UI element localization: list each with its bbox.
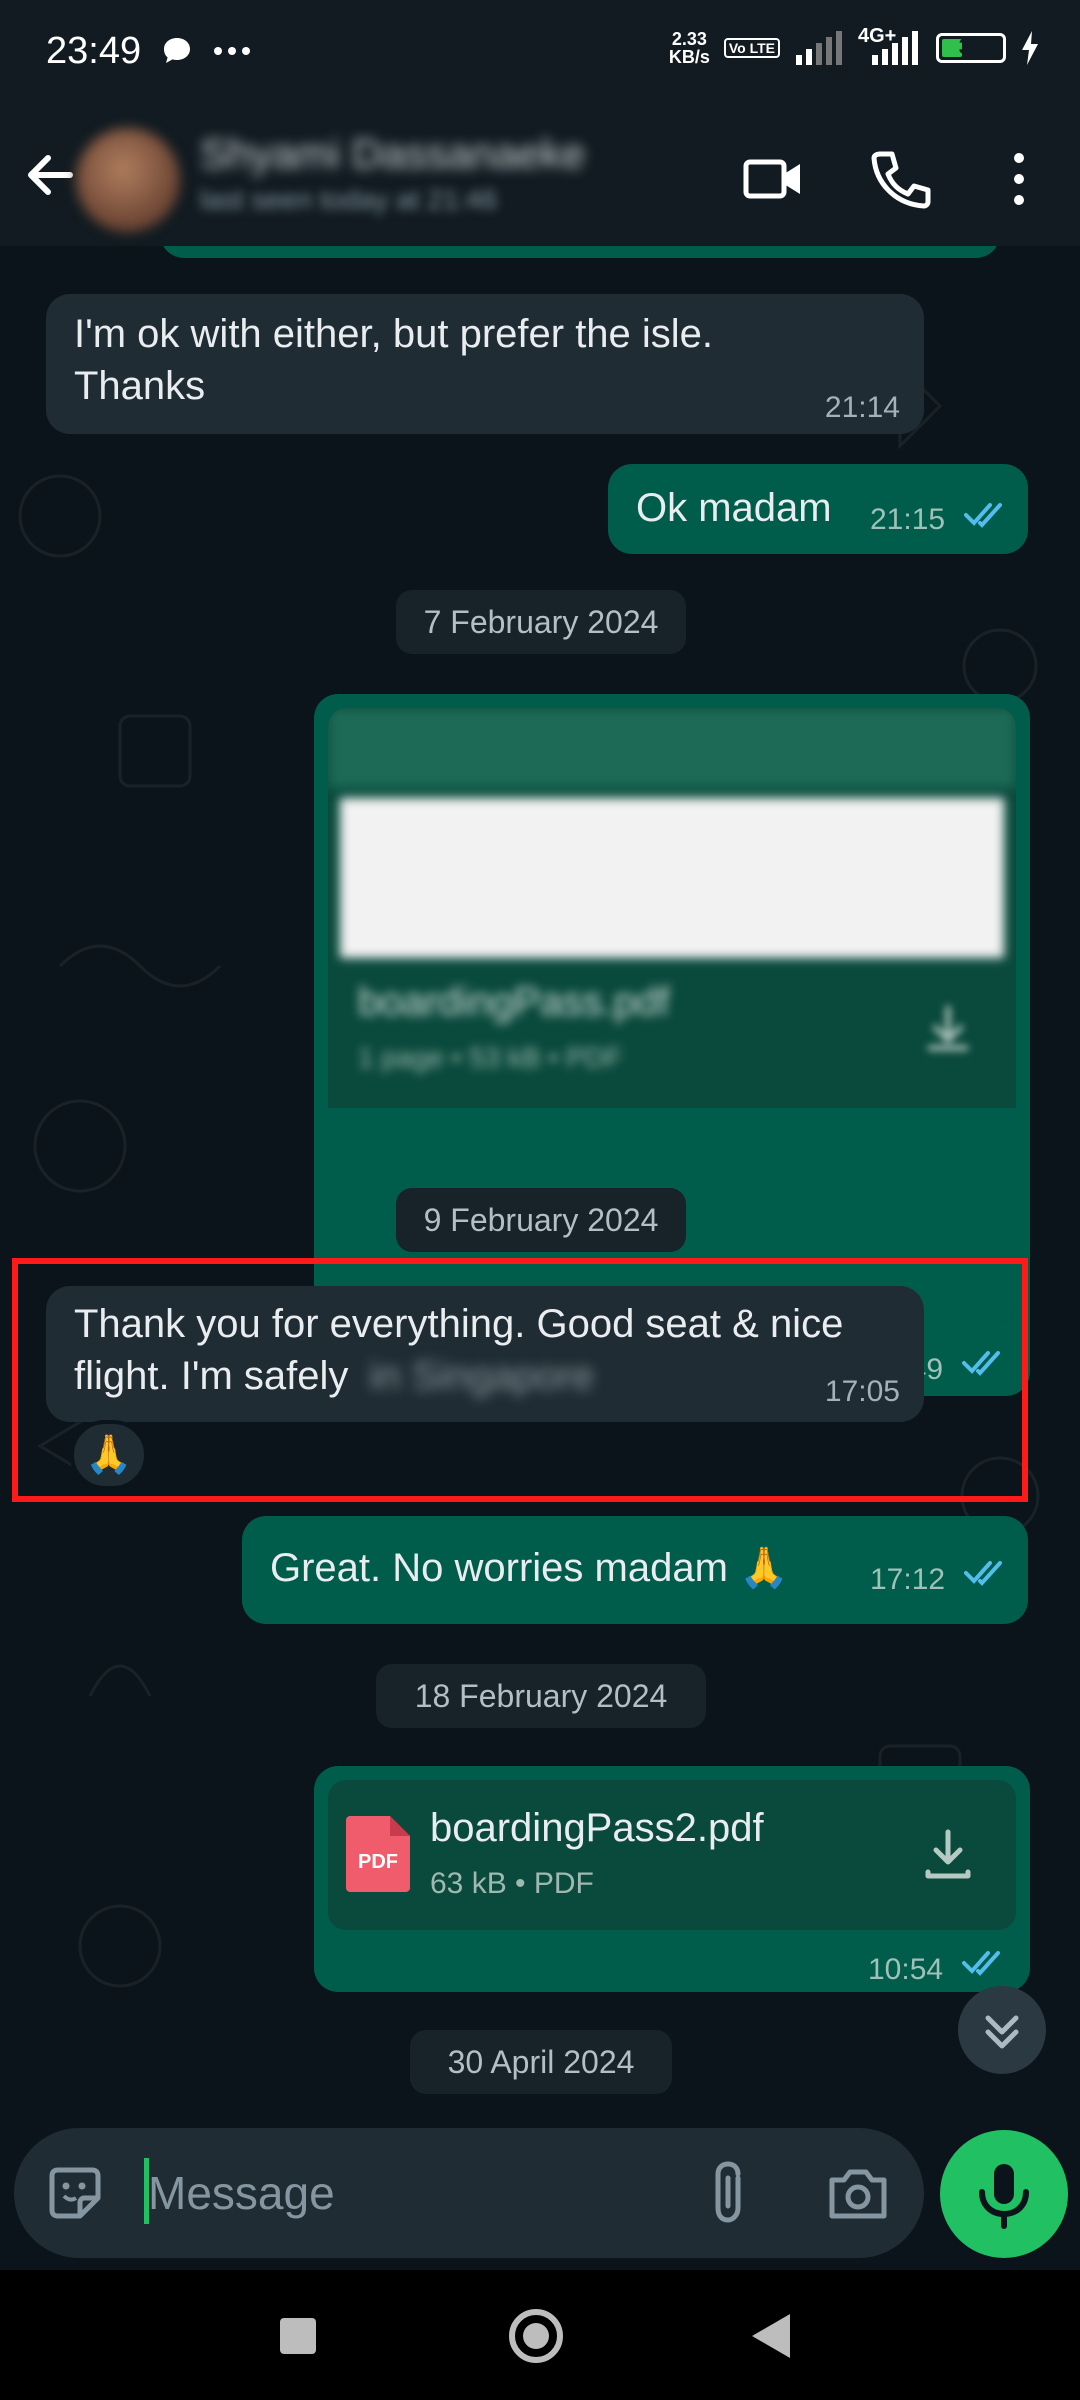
outgoing-message[interactable]: Ok madam 21:15	[608, 464, 1028, 554]
scroll-to-bottom-button[interactable]	[958, 1986, 1046, 2074]
read-ticks-icon	[962, 1951, 1000, 1976]
chat-notification-icon	[164, 38, 190, 63]
date-separator: 9 February 2024	[396, 1188, 686, 1252]
chat-header: Shyami Dassanaeke last seen today at 21:…	[0, 104, 1080, 246]
reaction-badge[interactable]: 🙏	[70, 1420, 148, 1490]
status-time: 23:49	[46, 30, 142, 72]
download-icon[interactable]	[918, 998, 978, 1058]
volte-icon: Vo LTE	[723, 38, 780, 58]
message-text: I'm ok with either, but prefer the isle.…	[74, 312, 714, 408]
message-time: 21:15	[870, 503, 946, 536]
double-chevron-down-icon	[985, 2015, 1019, 2049]
message-text: Ok madam	[636, 486, 832, 530]
date-separator: 18 February 2024	[376, 1664, 706, 1728]
chat-area[interactable]: I'm ok with either, but prefer the isle.…	[0, 246, 1080, 2120]
document-card[interactable]: PDF boardingPass2.pdf 63 kB • PDF	[328, 1780, 1016, 1930]
more-options-icon[interactable]	[984, 144, 1054, 214]
blurred-text: in Singapore	[369, 1354, 595, 1398]
battery-icon: 31	[936, 33, 1006, 63]
document-meta: 1 page • 53 kB • PDF	[358, 1042, 622, 1073]
reaction-emoji: 🙏	[85, 1434, 133, 1476]
read-ticks-icon	[964, 1561, 1002, 1586]
outgoing-document-message[interactable]: PDF boardingPass2.pdf 63 kB • PDF 10:54	[314, 1766, 1030, 1992]
recent-apps-button[interactable]	[276, 2314, 320, 2358]
status-bar: 23:49 2.33 KB/s Vo LTE 4G+ 31	[0, 0, 1080, 104]
pdf-file-icon: PDF	[346, 1816, 410, 1892]
microphone-icon	[979, 2164, 1029, 2229]
voice-record-button[interactable]	[940, 2130, 1068, 2258]
message-time: 17:12	[870, 1563, 946, 1596]
date-separator: 30 April 2024	[410, 2030, 672, 2094]
outgoing-message[interactable]: Great. No worries madam 🙏 17:12	[242, 1516, 1028, 1624]
net-speed: 2.33 KB/s	[668, 29, 710, 67]
camera-icon[interactable]	[826, 2164, 890, 2222]
document-name: boardingPass.pdf	[358, 980, 670, 1024]
back-arrow-icon[interactable]	[20, 140, 80, 210]
download-icon[interactable]	[918, 1824, 978, 1884]
message-text: Great. No worries madam 🙏	[270, 1546, 789, 1590]
back-nav-button[interactable]	[746, 2310, 796, 2362]
outgoing-message-partial[interactable]	[160, 246, 1000, 258]
avatar[interactable]	[76, 128, 180, 232]
attach-icon[interactable]	[704, 2160, 754, 2226]
incoming-message-highlighted[interactable]: Thank you for everything. Good seat & ni…	[46, 1286, 924, 1422]
document-name: boardingPass2.pdf	[430, 1806, 764, 1850]
incoming-message[interactable]: I'm ok with either, but prefer the isle.…	[46, 294, 924, 434]
system-navigation-bar	[0, 2270, 1080, 2400]
message-input[interactable]: Message	[148, 2166, 335, 2220]
network-type: 4G+	[858, 25, 897, 47]
voice-call-icon[interactable]	[866, 144, 936, 214]
message-time: 17:05	[824, 1375, 900, 1408]
date-separator: 7 February 2024	[396, 590, 686, 654]
signal-icon	[796, 31, 842, 65]
more-notifications-icon	[214, 47, 250, 55]
document-thumbnail	[340, 798, 1004, 958]
pdf-label: PDF	[358, 1851, 398, 1873]
last-seen: last seen today at 21:46	[200, 184, 498, 215]
sticker-icon[interactable]	[44, 2162, 106, 2224]
contact-name[interactable]: Shyami Dassanaeke	[200, 130, 585, 178]
read-ticks-icon	[964, 503, 1002, 528]
video-call-icon[interactable]	[738, 144, 808, 214]
read-ticks-icon	[962, 1351, 1000, 1376]
message-time: 21:14	[824, 391, 900, 424]
message-input-bar[interactable]: Message	[14, 2128, 924, 2258]
message-time: 10:54	[868, 1953, 944, 1986]
home-button[interactable]	[506, 2306, 566, 2366]
document-meta: 63 kB • PDF	[430, 1867, 594, 1900]
charging-icon	[1022, 31, 1038, 65]
